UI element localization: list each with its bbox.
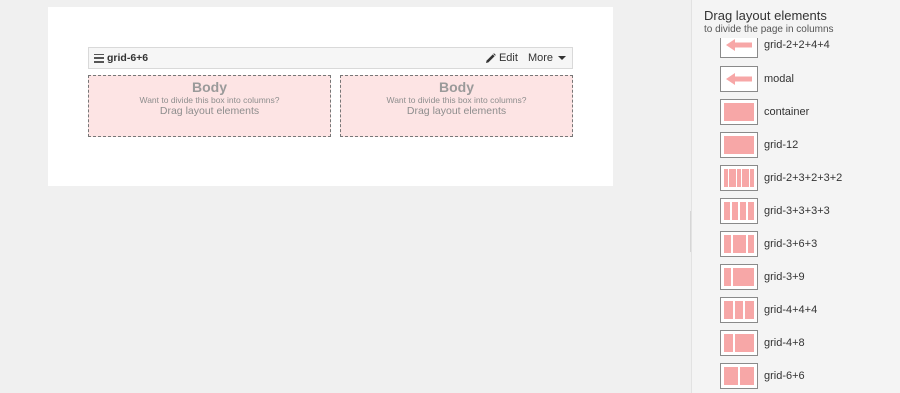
layout-item-label: modal (764, 73, 794, 85)
layout-sidebar: Drag layout elements to divide the page … (691, 0, 900, 393)
layout-item-label: grid-4+4+4 (764, 304, 818, 316)
edit-button[interactable]: Edit (485, 52, 518, 64)
layout-item-label: grid-6+6 (764, 370, 805, 382)
layout-item-label: grid-12 (764, 139, 799, 151)
layout-item-label: grid-2+3+2+3+2 (764, 172, 843, 184)
container-icon (720, 99, 758, 125)
drop-zone-left[interactable]: Body Want to divide this box into column… (88, 75, 331, 137)
drop-zone-title: Body (192, 79, 227, 95)
sidebar-title: Drag layout elements (704, 8, 827, 23)
layout-item-label: grid-2+2+4+4 (764, 39, 830, 51)
more-label: More (527, 52, 553, 64)
layout-item-modal[interactable]: modal (720, 65, 794, 93)
layout-item-label: container (764, 106, 810, 118)
drag-handle-icon[interactable] (94, 53, 104, 63)
grid-12-icon (720, 132, 758, 158)
layout-item-grid-3-3-3-3[interactable]: grid-3+3+3+3 (720, 197, 830, 225)
layout-item-label: grid-3+3+3+3 (764, 205, 830, 217)
layout-item-grid-6-6[interactable]: grid-6+6 (720, 362, 805, 390)
drop-zone-right[interactable]: Body Want to divide this box into column… (340, 75, 573, 137)
layout-item-grid-4-8[interactable]: grid-4+8 (720, 329, 805, 357)
grid-3-6-3-icon (720, 231, 758, 257)
grid-actions: Edit More (485, 52, 566, 64)
grid-4-8-icon (720, 330, 758, 356)
grid-2-3-2-3-2-icon (720, 165, 758, 191)
caret-down-icon (558, 56, 566, 60)
grid-header: grid-6+6 Edit More (88, 47, 573, 69)
grid-3-9-icon (720, 264, 758, 290)
layout-item-grid-4-4-4[interactable]: grid-4+4+4 (720, 296, 817, 324)
arrow-left-icon (720, 66, 758, 92)
layout-item-grid-2-3-2-3-2[interactable]: grid-2+3+2+3+2 (720, 164, 842, 192)
layout-item-label: grid-3+6+3 (764, 238, 818, 250)
more-dropdown[interactable]: More (528, 52, 566, 64)
sidebar-subtitle: to divide the page in columns (704, 24, 834, 35)
layout-item-label: grid-3+9 (764, 271, 805, 283)
layout-item-grid-3-6-3[interactable]: grid-3+6+3 (720, 230, 817, 258)
sidebar-header: Drag layout elements to divide the page … (692, 0, 900, 38)
grid-3-3-3-3-icon (720, 198, 758, 224)
drop-zone-cta: Drag layout elements (406, 105, 507, 117)
layout-item-grid-12[interactable]: grid-12 (720, 131, 798, 159)
layout-item-label: grid-4+8 (764, 337, 805, 349)
drop-zone-hint: Want to divide this box into columns? (386, 95, 527, 105)
layout-item-container[interactable]: container (720, 98, 809, 126)
grid-6-6-icon (720, 363, 758, 389)
page-canvas: grid-6+6 Edit More Body Want to divide t… (48, 7, 613, 186)
drop-zone-title: Body (439, 79, 474, 95)
layout-item-grid-3-9[interactable]: grid-3+9 (720, 263, 805, 291)
grid-columns: Body Want to divide this box into column… (88, 75, 573, 137)
grid-4-4-4-icon (720, 297, 758, 323)
grid-title: grid-6+6 (107, 52, 149, 64)
edit-label: Edit (498, 52, 518, 64)
grid-block: grid-6+6 Edit More Body Want to divide t… (88, 47, 573, 138)
pencil-icon (485, 52, 496, 64)
drop-zone-cta: Drag layout elements (159, 105, 260, 117)
drop-zone-hint: Want to divide this box into columns? (139, 95, 280, 105)
